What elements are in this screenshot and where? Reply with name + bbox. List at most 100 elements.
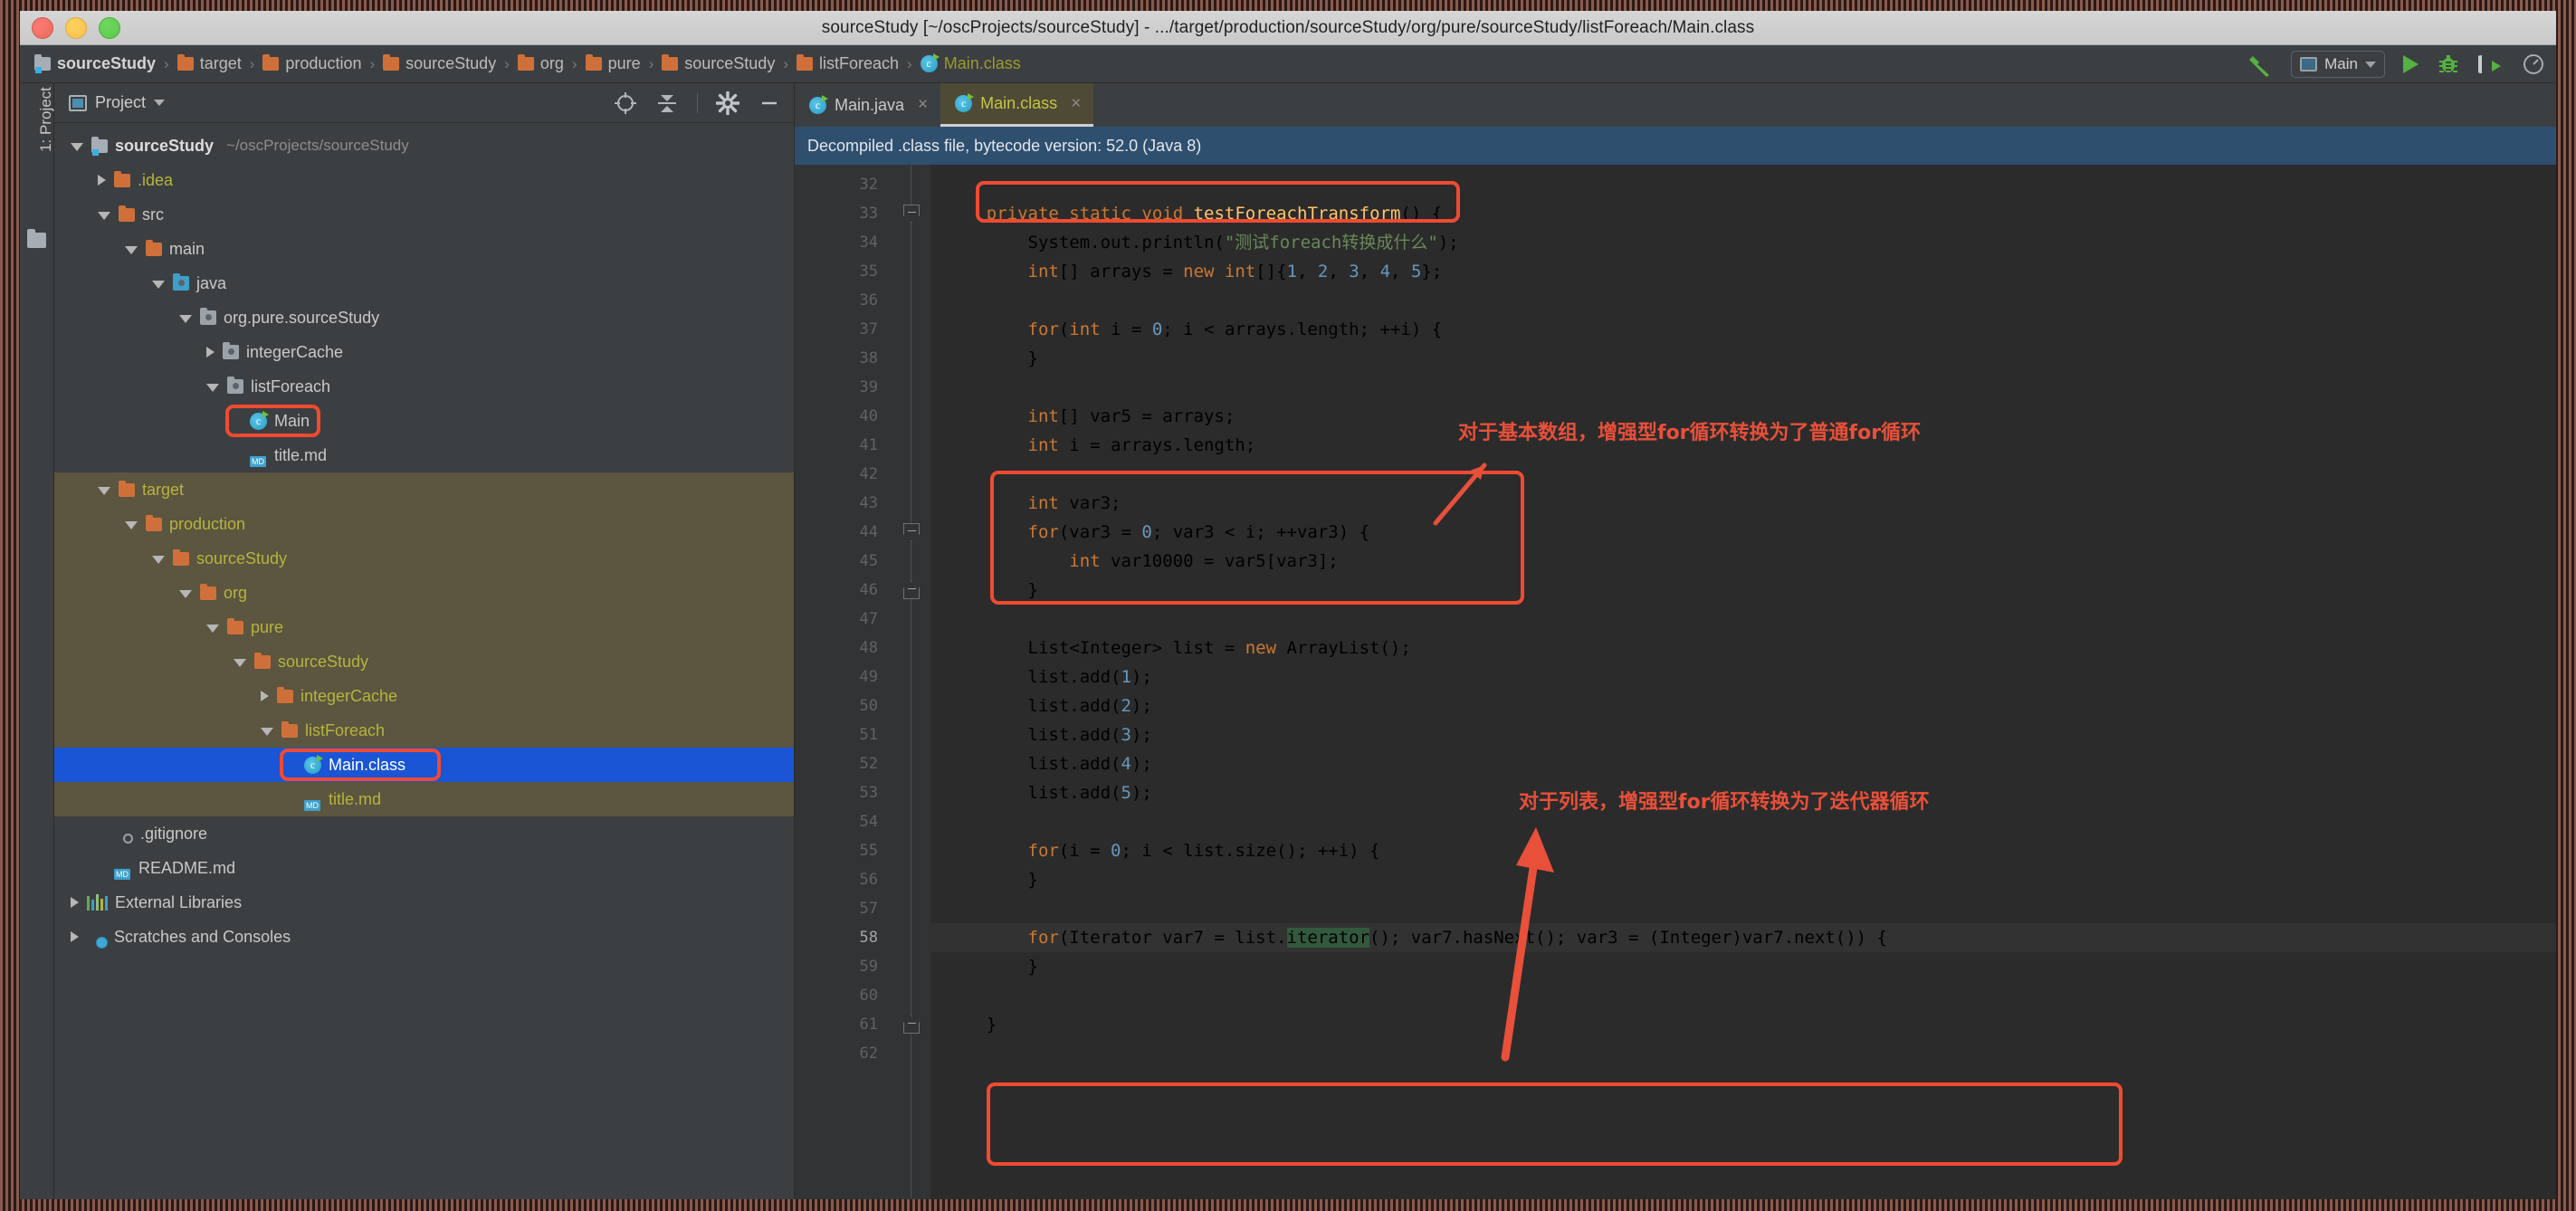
chevron-down-icon[interactable]: [71, 143, 83, 151]
code-line-56[interactable]: }: [930, 865, 2556, 894]
chevron-down-icon[interactable]: [179, 590, 192, 598]
close-icon[interactable]: ×: [918, 95, 928, 115]
breadcrumb-item-production[interactable]: production: [262, 54, 361, 73]
tree-item-README-md[interactable]: MD README.md: [54, 851, 794, 885]
fold-toggle-icon[interactable]: [903, 1016, 920, 1034]
tree-item-integerCache[interactable]: integerCache: [54, 679, 794, 713]
code-line-60[interactable]: [930, 981, 2556, 1010]
breadcrumb-item-Main-class[interactable]: c Main.class: [920, 53, 1021, 73]
tree-item-title-md[interactable]: MD title.md: [54, 782, 794, 816]
tree-item-pure[interactable]: pure: [54, 610, 794, 644]
code-line-57[interactable]: [930, 894, 2556, 923]
run-with-coverage-icon[interactable]: [2478, 52, 2504, 76]
tree-item-integerCache[interactable]: integerCache: [54, 335, 794, 369]
gear-icon[interactable]: [716, 91, 739, 115]
editor-tab-Main-class[interactable]: c Main.class ×: [940, 83, 1094, 127]
tree-item-org[interactable]: org: [54, 576, 794, 610]
code-line-38[interactable]: }: [930, 344, 2556, 373]
chevron-down-icon[interactable]: [152, 556, 165, 564]
tree-item--idea[interactable]: .idea: [54, 163, 794, 197]
project-tree[interactable]: sourceStudy ~/oscProjects/sourceStudy .ide…: [54, 123, 794, 1199]
hammer-icon[interactable]: [2246, 51, 2273, 78]
chevron-right-icon[interactable]: [71, 897, 79, 908]
locate-icon[interactable]: [614, 91, 637, 115]
chevron-down-icon[interactable]: [98, 212, 110, 220]
code-line-39[interactable]: [930, 373, 2556, 402]
tree-item-listForeach[interactable]: listForeach: [54, 713, 794, 748]
collapse-all-icon[interactable]: [655, 91, 679, 115]
tree-item-title-md[interactable]: MD title.md: [54, 438, 794, 472]
tree-item-target[interactable]: target: [54, 472, 794, 507]
minimize-icon[interactable]: [758, 91, 781, 115]
chevron-down-icon[interactable]: [125, 521, 138, 529]
code-line-55[interactable]: for(i = 0; i < list.size(); ++i) {: [930, 836, 2556, 865]
code-line-36[interactable]: [930, 286, 2556, 315]
code-line-34[interactable]: System.out.println("测试foreach转换成什么");: [930, 228, 2556, 257]
run-play-icon[interactable]: [2403, 55, 2419, 73]
tree-item-sourceStudy[interactable]: sourceStudy: [54, 541, 794, 576]
fold-toggle-icon[interactable]: [903, 523, 920, 541]
code-line-32[interactable]: [930, 170, 2556, 199]
chevron-right-icon[interactable]: [206, 347, 215, 358]
editor-tab-Main-java[interactable]: c Main.java ×: [795, 83, 940, 127]
code-line-58[interactable]: for(Iterator var7 = list.iterator(); var…: [930, 923, 2556, 952]
breadcrumb-item-sourceStudy[interactable]: sourceStudy: [383, 54, 496, 73]
code-line-44[interactable]: for(var3 = 0; var3 < i; ++var3) {: [930, 518, 2556, 547]
breadcrumb-item-target[interactable]: target: [177, 54, 242, 73]
breadcrumb-item-pure[interactable]: pure: [585, 54, 641, 73]
code-line-61[interactable]: }: [930, 1010, 2556, 1039]
code-line-59[interactable]: }: [930, 952, 2556, 981]
tree-item-External-Libraries[interactable]: External Libraries: [54, 885, 794, 920]
chevron-down-icon[interactable]: [234, 659, 246, 667]
tree-item-production[interactable]: production: [54, 507, 794, 541]
code-line-49[interactable]: list.add(1);: [930, 663, 2556, 691]
tree-item--gitignore[interactable]: .gitignore: [54, 816, 794, 851]
code-line-42[interactable]: [930, 460, 2556, 489]
tree-item-listForeach[interactable]: listForeach: [54, 369, 794, 404]
chevron-down-icon[interactable]: [261, 728, 273, 736]
tree-item-java[interactable]: java: [54, 266, 794, 300]
chevron-right-icon[interactable]: [261, 691, 269, 701]
code-folding-gutter[interactable]: [892, 165, 930, 1199]
close-icon[interactable]: ×: [1071, 94, 1081, 114]
code-line-51[interactable]: list.add(3);: [930, 720, 2556, 749]
chevron-down-icon[interactable]: [152, 281, 165, 289]
tree-item-src[interactable]: src: [54, 197, 794, 232]
debug-bug-icon[interactable]: [2437, 52, 2460, 76]
code-line-52[interactable]: list.add(4);: [930, 749, 2556, 778]
tree-item-Scratches-and-Consoles[interactable]: Scratches and Consoles: [54, 920, 794, 954]
tree-item-main[interactable]: main: [54, 232, 794, 266]
source-code[interactable]: private static void testForeachTransform…: [930, 165, 2556, 1199]
chevron-down-icon[interactable]: [179, 315, 192, 323]
chevron-down-icon[interactable]: [125, 246, 138, 254]
code-line-47[interactable]: [930, 605, 2556, 634]
chevron-down-icon[interactable]: [154, 100, 166, 106]
profiler-icon[interactable]: [2522, 52, 2545, 76]
code-line-45[interactable]: int var10000 = var5[var3];: [930, 547, 2556, 576]
code-line-33[interactable]: private static void testForeachTransform…: [930, 199, 2556, 228]
chevron-down-icon[interactable]: [98, 487, 110, 495]
chevron-down-icon[interactable]: [206, 625, 219, 633]
code-line-46[interactable]: }: [930, 576, 2556, 605]
code-line-62[interactable]: [930, 1039, 2556, 1068]
code-line-35[interactable]: int[] arrays = new int[]{1, 2, 3, 4, 5};: [930, 257, 2556, 286]
tree-item-sourceStudy[interactable]: sourceStudy ~/oscProjects/sourceStudy: [54, 129, 794, 163]
breadcrumb-item-listForeach[interactable]: listForeach: [797, 54, 899, 73]
code-line-43[interactable]: int var3;: [930, 489, 2556, 518]
tree-item-Main-class[interactable]: c Main.class: [54, 748, 794, 782]
chevron-down-icon[interactable]: [206, 384, 219, 392]
tree-item-org-pure-sourceStudy[interactable]: org.pure.sourceStudy: [54, 300, 794, 335]
fold-toggle-icon[interactable]: [903, 205, 920, 223]
chevron-right-icon[interactable]: [71, 931, 79, 942]
code-view[interactable]: 32 33 34 35 36 37 38 39 40 41 42 43 44 45 46 47 48 49 50 51…: [795, 165, 2556, 1199]
code-line-48[interactable]: List<Integer> list = new ArrayList();: [930, 634, 2556, 663]
chevron-right-icon[interactable]: [98, 175, 106, 186]
tool-tab-project[interactable]: 1: Project: [20, 87, 54, 232]
code-line-37[interactable]: for(int i = 0; i < arrays.length; ++i) {: [930, 315, 2556, 344]
tree-item-sourceStudy[interactable]: sourceStudy: [54, 644, 794, 679]
code-line-50[interactable]: list.add(2);: [930, 691, 2556, 720]
tree-item-Main[interactable]: c Main: [54, 404, 794, 438]
breadcrumb-item-sourceStudy[interactable]: sourceStudy: [662, 54, 775, 73]
breadcrumb-item-org[interactable]: org: [517, 54, 564, 73]
run-configuration-selector[interactable]: Main: [2291, 51, 2385, 78]
